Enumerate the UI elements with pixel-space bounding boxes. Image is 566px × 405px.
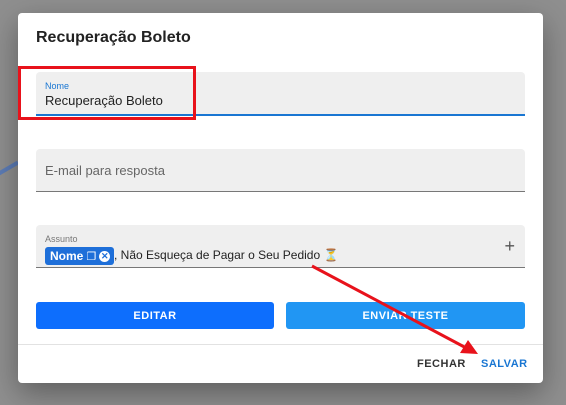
annotation-arrow <box>311 264 478 354</box>
